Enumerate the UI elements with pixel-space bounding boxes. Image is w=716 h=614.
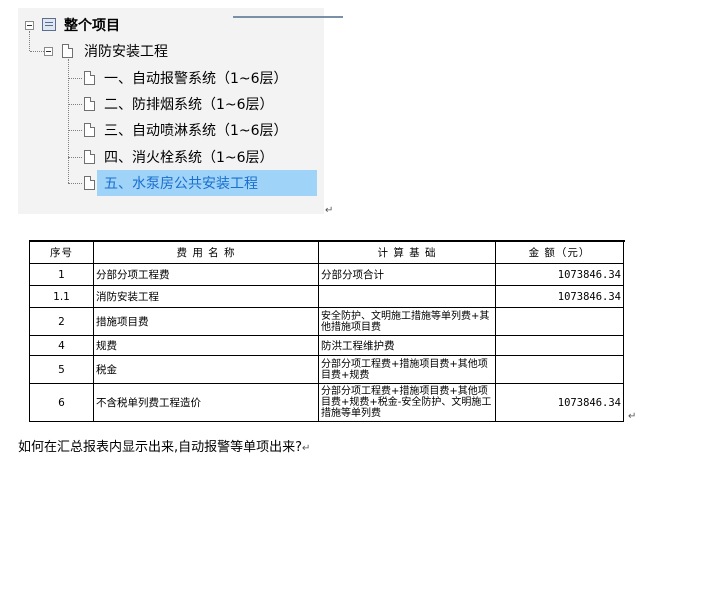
tree-item-label: 三、自动喷淋系统（1~6层） [104,123,288,139]
document-icon [84,71,95,85]
summary-report-table: 序号 费 用 名 称 计 算 基 础 金 额（元） 1 分部分项工程费 分部分项… [29,241,624,422]
document-icon [84,150,95,164]
cell-no: 6 [29,383,94,422]
cell-basis: 防洪工程维护费 [318,335,496,356]
paragraph-mark: ↵ [628,411,637,422]
column-header: 计 算 基 础 [318,241,496,264]
table-header-row: 序号 费 用 名 称 计 算 基 础 金 额（元） [29,241,624,264]
column-header: 序号 [29,241,94,264]
column-header: 金 额（元） [495,241,624,264]
cell-basis: 分部分项合计 [318,263,496,286]
document-icon [84,176,95,190]
tree-line [30,51,44,52]
cell-name: 措施项目费 [93,307,319,336]
question-label: 如何在汇总报表内显示出来,自动报警等单项出来? [18,440,303,455]
document-icon [84,123,95,137]
tree-line [68,78,82,79]
cell-amount: 1073846.34 [495,285,624,308]
cell-no: 1.1 [29,285,94,308]
cell-basis: 分部分项工程费+措施项目费+其他项目费+规费 [318,355,496,384]
table-row: 6 不含税单列费工程造价 分部分项工程费+措施项目费+其他项目费+规费+税金-安… [29,383,624,422]
cell-no: 1 [29,263,94,286]
cell-name: 消防安装工程 [93,285,319,308]
tree-item-label-selected: 五、水泵房公共安装工程 [104,176,258,192]
cell-basis [318,285,496,308]
tree-item-label: 一、自动报警系统（1~6层） [104,71,288,87]
table-row: 4 规费 防洪工程维护费 [29,335,624,356]
tree-item-label: 二、防排烟系统（1~6层） [104,97,274,113]
document-icon [84,97,95,111]
tree-line [29,31,30,51]
collapse-icon[interactable] [25,21,34,30]
tree-line [68,183,82,184]
cell-no: 5 [29,355,94,384]
cell-basis: 安全防护、文明施工措施等单列费+其他措施项目费 [318,307,496,336]
table-row: 1 分部分项工程费 分部分项合计 1073846.34 [29,263,624,286]
cell-amount: 1073846.34 [495,383,624,422]
tree-line [68,104,82,105]
tree-top-border [233,16,343,18]
tree-node-root-label: 整个项目 [64,18,120,34]
cell-amount [495,307,624,336]
document-icon [62,44,73,58]
cell-no: 2 [29,307,94,336]
cell-no: 4 [29,335,94,356]
tree-item-label: 四、消火栓系统（1~6层） [104,150,274,166]
project-icon [42,18,56,31]
cell-amount [495,355,624,384]
cell-name: 规费 [93,335,319,356]
table-row: 2 措施项目费 安全防护、文明施工措施等单列费+其他措施项目费 [29,307,624,336]
collapse-icon[interactable] [44,47,53,56]
table-row: 5 税金 分部分项工程费+措施项目费+其他项目费+规费 [29,355,624,384]
column-header: 费 用 名 称 [93,241,319,264]
cell-name: 不含税单列费工程造价 [93,383,319,422]
cell-amount: 1073846.34 [495,263,624,286]
question-text: 如何在汇总报表内显示出来,自动报警等单项出来?↵ [18,436,310,455]
cell-amount [495,335,624,356]
table-row: 1.1 消防安装工程 1073846.34 [29,285,624,308]
tree-line [68,157,82,158]
tree-node-label: 消防安装工程 [84,44,168,60]
cell-name: 税金 [93,355,319,384]
cell-name: 分部分项工程费 [93,263,319,286]
paragraph-mark: ↵ [325,205,334,216]
paragraph-mark: ↵ [302,443,311,454]
cell-basis: 分部分项工程费+措施项目费+其他项目费+规费+税金-安全防护、文明施工措施等单列… [318,383,496,422]
tree-line [68,130,82,131]
